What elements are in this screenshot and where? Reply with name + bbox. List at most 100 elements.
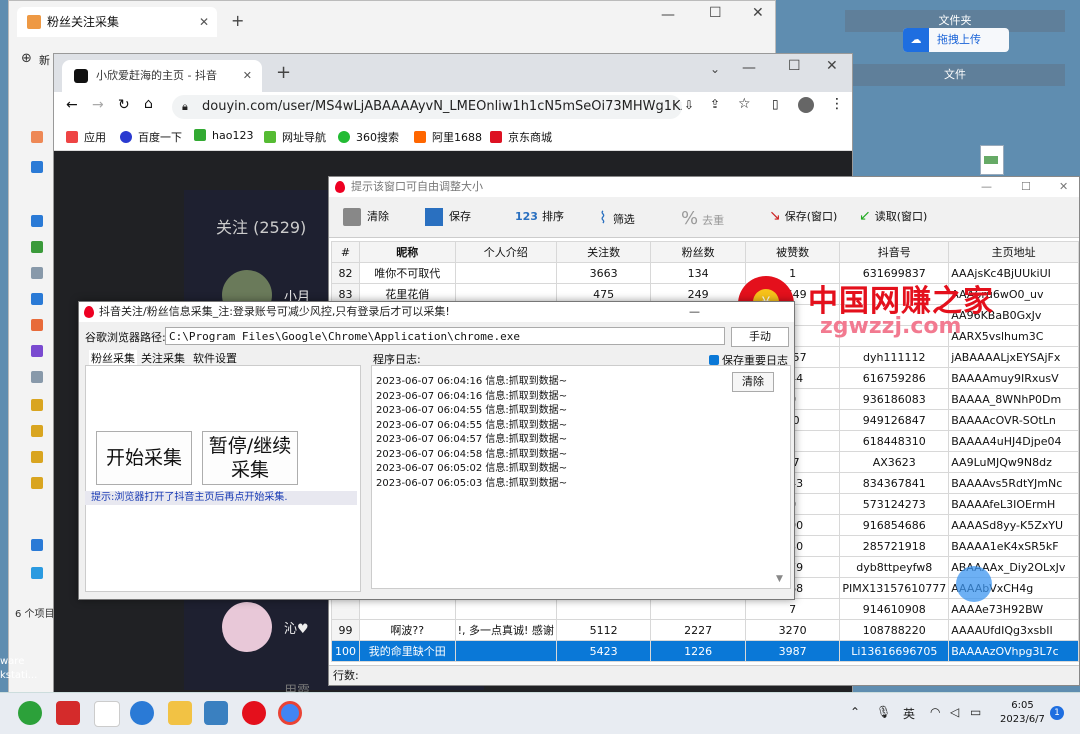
install-icon[interactable]: ⇩ — [684, 98, 694, 112]
table-row[interactable]: 7 914610908 AAAAe73H92BW — [331, 598, 1079, 620]
speaker-icon[interactable]: ◁ — [950, 705, 959, 719]
folder-icon[interactable] — [31, 399, 43, 411]
column-header[interactable]: 抖音号 — [839, 241, 950, 263]
folder-icon[interactable] — [31, 451, 43, 463]
bookmark-baidu[interactable]: 百度一下 — [120, 129, 182, 145]
reload-icon[interactable]: ↻ — [118, 97, 130, 113]
cloud-icon[interactable] — [31, 161, 43, 173]
sidepanel-icon[interactable]: ▯ — [772, 97, 779, 111]
bookmark-jd[interactable]: 京东商城 — [490, 129, 552, 145]
bookmark-star-icon[interactable]: ☆ — [738, 96, 751, 112]
wechat-icon[interactable] — [18, 701, 42, 725]
tab-follow[interactable]: 关注采集 — [141, 350, 185, 366]
new-tab-icon[interactable]: + — [231, 11, 244, 30]
home-icon[interactable]: ⌂ — [144, 96, 153, 112]
video-icon[interactable] — [31, 345, 43, 357]
start-collect-button[interactable]: 开始采集 — [96, 431, 192, 485]
flame-app-icon[interactable] — [242, 701, 266, 725]
bookmark-apps[interactable]: 应用 — [66, 129, 106, 145]
floating-assistant-icon[interactable] — [956, 566, 992, 602]
close-icon[interactable]: ✕ — [1059, 177, 1068, 197]
table-row[interactable]: 100 我的命里缺个田 5423 1226 3987 Li13616696705 BAAAA… — [331, 640, 1079, 662]
drive-icon[interactable] — [31, 371, 43, 383]
maximize-icon[interactable]: ☐ — [709, 5, 722, 21]
pause-resume-button[interactable]: 暂停/继续采集 — [202, 431, 298, 485]
close-icon[interactable]: ✕ — [752, 5, 764, 21]
chrome-icon[interactable] — [278, 701, 302, 725]
table-row[interactable]: 99 啊波??!, 多一点真诚! 感谢 5112 2227 3270 108788220 A… — [331, 619, 1079, 641]
minimize-icon[interactable]: — — [661, 7, 675, 23]
scroll-down-icon[interactable]: ▼ — [776, 574, 783, 584]
wifi-icon[interactable]: ◠ — [930, 705, 940, 719]
bookmark-360[interactable]: 360搜索 — [338, 129, 399, 145]
share-icon[interactable]: ⇪ — [710, 97, 720, 111]
music-icon[interactable] — [31, 319, 43, 331]
desktop-file-icon[interactable] — [980, 145, 1004, 175]
clock[interactable]: 6:05 2023/6/7 — [1000, 699, 1045, 727]
profile-avatar-icon[interactable] — [798, 97, 814, 113]
load-window-button[interactable]: ↙ 读取(窗口) — [859, 208, 927, 224]
forward-icon[interactable]: → — [92, 97, 104, 113]
desktop-icon[interactable] — [31, 215, 43, 227]
tab-fans[interactable]: 粉丝采集 — [89, 350, 137, 366]
follow-user-name[interactable]: 沁♥ — [284, 618, 309, 637]
chrome-path-input[interactable]: C:\Program Files\Google\Chrome\Applicati… — [165, 327, 725, 345]
picture-icon[interactable] — [31, 293, 43, 305]
column-header[interactable]: 个人介绍 — [454, 241, 557, 263]
mic-icon[interactable]: 🎙︎ — [876, 705, 891, 719]
wps-icon[interactable] — [56, 701, 80, 725]
back-icon[interactable]: ← — [66, 97, 78, 113]
drag-upload-button[interactable]: ☁ 拖拽上传 — [903, 28, 1009, 52]
column-header[interactable]: 粉丝数 — [650, 241, 746, 263]
notepad-icon[interactable] — [204, 701, 228, 725]
battery-icon[interactable]: ▭ — [970, 705, 981, 719]
column-header[interactable]: 主页地址 — [948, 241, 1079, 263]
new-item-icon[interactable]: ⊕ — [21, 51, 32, 66]
minimize-icon[interactable]: — — [742, 60, 756, 76]
panda-app-icon[interactable] — [94, 701, 120, 727]
column-header[interactable]: 昵称 — [358, 241, 456, 263]
maximize-icon[interactable]: ☐ — [788, 58, 801, 74]
notification-badge[interactable]: 1 — [1050, 706, 1064, 720]
column-header[interactable]: # — [331, 241, 360, 263]
network-icon[interactable] — [31, 567, 43, 579]
file-explorer-icon[interactable] — [168, 701, 192, 725]
edge-tab[interactable]: 粉丝关注采集 ✕ — [17, 7, 217, 37]
filter-button[interactable]: ⌇ 筛选 — [599, 208, 635, 227]
home-icon[interactable] — [31, 131, 43, 143]
tab-settings[interactable]: 软件设置 — [193, 350, 237, 366]
folder-icon[interactable] — [31, 425, 43, 437]
avatar[interactable] — [222, 602, 272, 652]
url-field[interactable]: 🔒︎ douyin.com/user/MS4wLjABAAAAyvN_LMEOn… — [172, 95, 682, 119]
bookmark-hao123[interactable]: hao123 — [194, 129, 253, 142]
new-tab-icon[interactable]: + — [276, 62, 291, 83]
save-window-button[interactable]: ↘ 保存(窗口) — [769, 208, 837, 224]
tab-search-icon[interactable]: ⌄ — [710, 62, 720, 76]
folder-icon[interactable] — [31, 477, 43, 489]
download-icon[interactable] — [31, 241, 43, 253]
close-icon[interactable]: ✕ — [826, 58, 838, 74]
manual-button[interactable]: 手动 — [731, 327, 789, 347]
chrome-tab[interactable]: 小欣爱赶海的主页 - 抖音 ✕ — [62, 60, 262, 92]
column-header[interactable]: 关注数 — [555, 241, 652, 263]
maximize-icon[interactable]: ☐ — [1021, 177, 1031, 197]
sort-button[interactable]: 123 排序 — [515, 208, 564, 224]
close-tab-icon[interactable]: ✕ — [243, 60, 252, 92]
baidu-netdisk-icon[interactable] — [130, 701, 154, 725]
menu-icon[interactable]: ⋮ — [830, 96, 844, 112]
close-tab-icon[interactable]: ✕ — [199, 7, 209, 37]
document-icon[interactable] — [31, 267, 43, 279]
ime-indicator[interactable]: 英 — [903, 705, 915, 722]
minimize-icon[interactable]: — — [689, 302, 700, 322]
column-header[interactable]: 被赞数 — [744, 241, 841, 263]
log-textarea[interactable]: 清除 ▼ 2023-06-07 06:04:16 信息:抓取到数据~ 2023-0… — [371, 365, 791, 589]
clear-button[interactable]: 清除 — [343, 208, 389, 226]
save-button[interactable]: 保存 — [425, 208, 471, 226]
pc-icon[interactable] — [31, 539, 43, 551]
tray-expand-icon[interactable]: ⌃ — [850, 705, 860, 719]
clear-log-button[interactable]: 清除 — [732, 372, 774, 392]
dedupe-button[interactable]: % 去重 — [681, 208, 724, 229]
minimize-icon[interactable]: — — [981, 177, 992, 197]
bookmark-nav[interactable]: 网址导航 — [264, 129, 326, 145]
bookmark-1688[interactable]: 阿里1688 — [414, 129, 482, 145]
